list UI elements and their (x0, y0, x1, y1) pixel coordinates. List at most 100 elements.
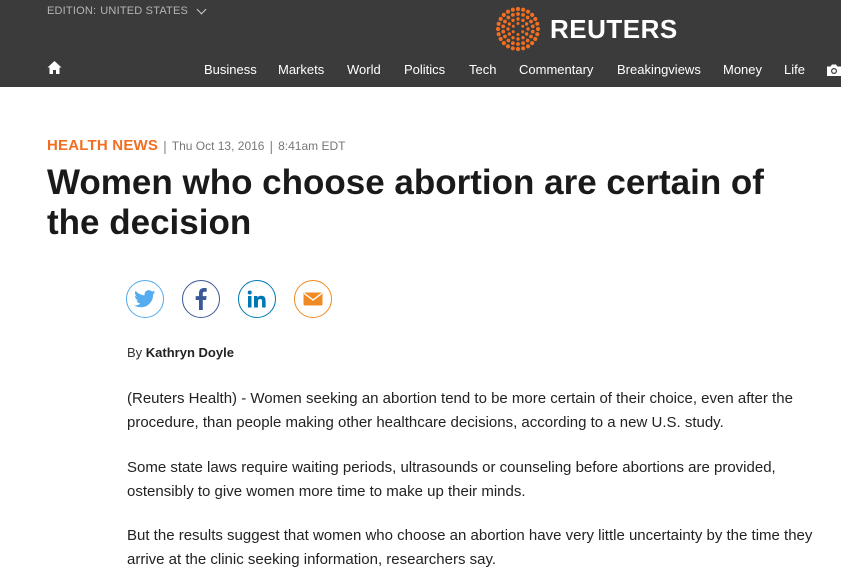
brand-name: REUTERS (550, 13, 678, 44)
nav-item-breakingviews[interactable]: Breakingviews (617, 62, 701, 77)
logo-dot (498, 16, 503, 22)
logo-dot (525, 44, 531, 49)
logo-dot (521, 30, 525, 34)
logo-dot (510, 13, 515, 17)
logo-dot (505, 9, 511, 14)
logo-dot (506, 15, 511, 20)
share-twitter-button[interactable] (126, 280, 164, 318)
logo-dot (516, 33, 520, 36)
logo-dot (507, 22, 512, 26)
logo-dot (524, 32, 529, 36)
logo-dot (526, 27, 530, 31)
logo-dot (516, 37, 520, 41)
logo-dot (533, 16, 538, 22)
logo-dot (521, 24, 525, 28)
logo-dot (530, 41, 535, 46)
logo-dot (511, 35, 515, 40)
logo-dot (503, 34, 507, 39)
nav-item-money[interactable]: Money (723, 62, 762, 77)
logo-dot (496, 21, 501, 26)
logo-dot (516, 42, 520, 46)
share-linkedin-button[interactable] (238, 280, 276, 318)
edition-selector[interactable]: EDITION: UNITED STATES (47, 4, 207, 17)
nav-item-tech[interactable]: Tech (469, 62, 496, 77)
chevron-down-icon (196, 4, 207, 14)
logo-dot (496, 32, 501, 37)
reuters-logo-icon (495, 6, 541, 52)
logo-dot (510, 7, 515, 12)
logo-dot (506, 27, 510, 31)
author-name[interactable]: Kathryn Doyle (146, 345, 234, 360)
logo-dot (521, 46, 526, 51)
logo-dot (529, 19, 533, 24)
logo-dot (521, 7, 526, 12)
nav-item-commentary[interactable]: Commentary (519, 62, 593, 77)
logo-dot (535, 26, 541, 32)
byline-prefix: By (127, 345, 143, 360)
share-email-button[interactable] (294, 280, 332, 318)
article-date: Thu Oct 13, 2016 (171, 138, 265, 153)
logo-dot (530, 24, 535, 29)
logo-dot (525, 9, 531, 14)
meta-divider: | (269, 137, 274, 154)
meta-divider: | (163, 137, 167, 154)
logo-dot (501, 29, 506, 34)
logo-dot (506, 38, 511, 43)
facebook-icon (195, 288, 207, 310)
logo-dot (501, 12, 506, 17)
logo-dot (511, 24, 515, 28)
article-paragraph: (Reuters Health) - Women seeking an abor… (127, 390, 793, 431)
nav-item-business[interactable]: Business (204, 62, 257, 77)
share-facebook-button[interactable] (182, 280, 220, 318)
logo-dot (535, 32, 540, 37)
logo-dot (530, 12, 535, 17)
nav-item-life[interactable]: Life (784, 62, 805, 77)
logo-dot (503, 19, 507, 24)
twitter-icon (134, 290, 156, 308)
camera-icon[interactable] (827, 64, 841, 76)
logo-dot (529, 34, 533, 39)
logo-dot (498, 36, 503, 42)
article-paragraph: Some state laws require waiting periods,… (127, 459, 776, 500)
edition-value: UNITED STATES (100, 5, 189, 17)
site-header: EDITION: UNITED STATES REUTERS Business … (0, 0, 841, 87)
main-nav: Business Markets World Politics Tech Com… (0, 62, 841, 80)
article-time: 8:41am EDT (278, 138, 346, 153)
nav-item-markets[interactable]: Markets (278, 62, 324, 77)
nav-item-world[interactable]: World (347, 62, 381, 77)
article-meta: HEALTH NEWS | Thu Oct 13, 2016 | 8:41am … (47, 137, 345, 154)
logo-dot (530, 29, 535, 34)
logo-dot (501, 24, 506, 29)
linkedin-icon (247, 290, 266, 308)
byline: By Kathryn Doyle (127, 345, 234, 360)
logo-dot (507, 32, 512, 36)
logo-dot (521, 35, 525, 40)
logo-dot (510, 41, 515, 45)
logo-dot (521, 13, 526, 17)
logo-dot (516, 12, 520, 16)
logo-dot (515, 46, 521, 52)
logo-dot (495, 26, 501, 32)
logo-dot (521, 18, 525, 23)
logo-dot (511, 30, 515, 34)
logo-dot (525, 38, 530, 43)
nav-item-politics[interactable]: Politics (404, 62, 445, 77)
logo-dot (511, 18, 515, 23)
logo-dot (535, 21, 540, 26)
logo-dot (515, 6, 521, 12)
section-label[interactable]: HEALTH NEWS (47, 137, 158, 154)
logo-dot (525, 15, 530, 20)
article-paragraph: But the results suggest that women who c… (127, 527, 813, 568)
reuters-logo[interactable]: REUTERS (495, 6, 678, 52)
logo-dot (524, 22, 529, 26)
logo-dot (505, 44, 511, 49)
edition-label: EDITION: (47, 5, 97, 17)
logo-dot (521, 41, 526, 45)
logo-dot (516, 17, 520, 21)
article-headline: Women who choose abortion are certain of… (47, 163, 764, 242)
logo-dot (533, 36, 538, 42)
logo-dot (510, 46, 515, 51)
logo-dot (501, 41, 506, 46)
email-icon (303, 292, 323, 306)
logo-dot (516, 22, 520, 25)
